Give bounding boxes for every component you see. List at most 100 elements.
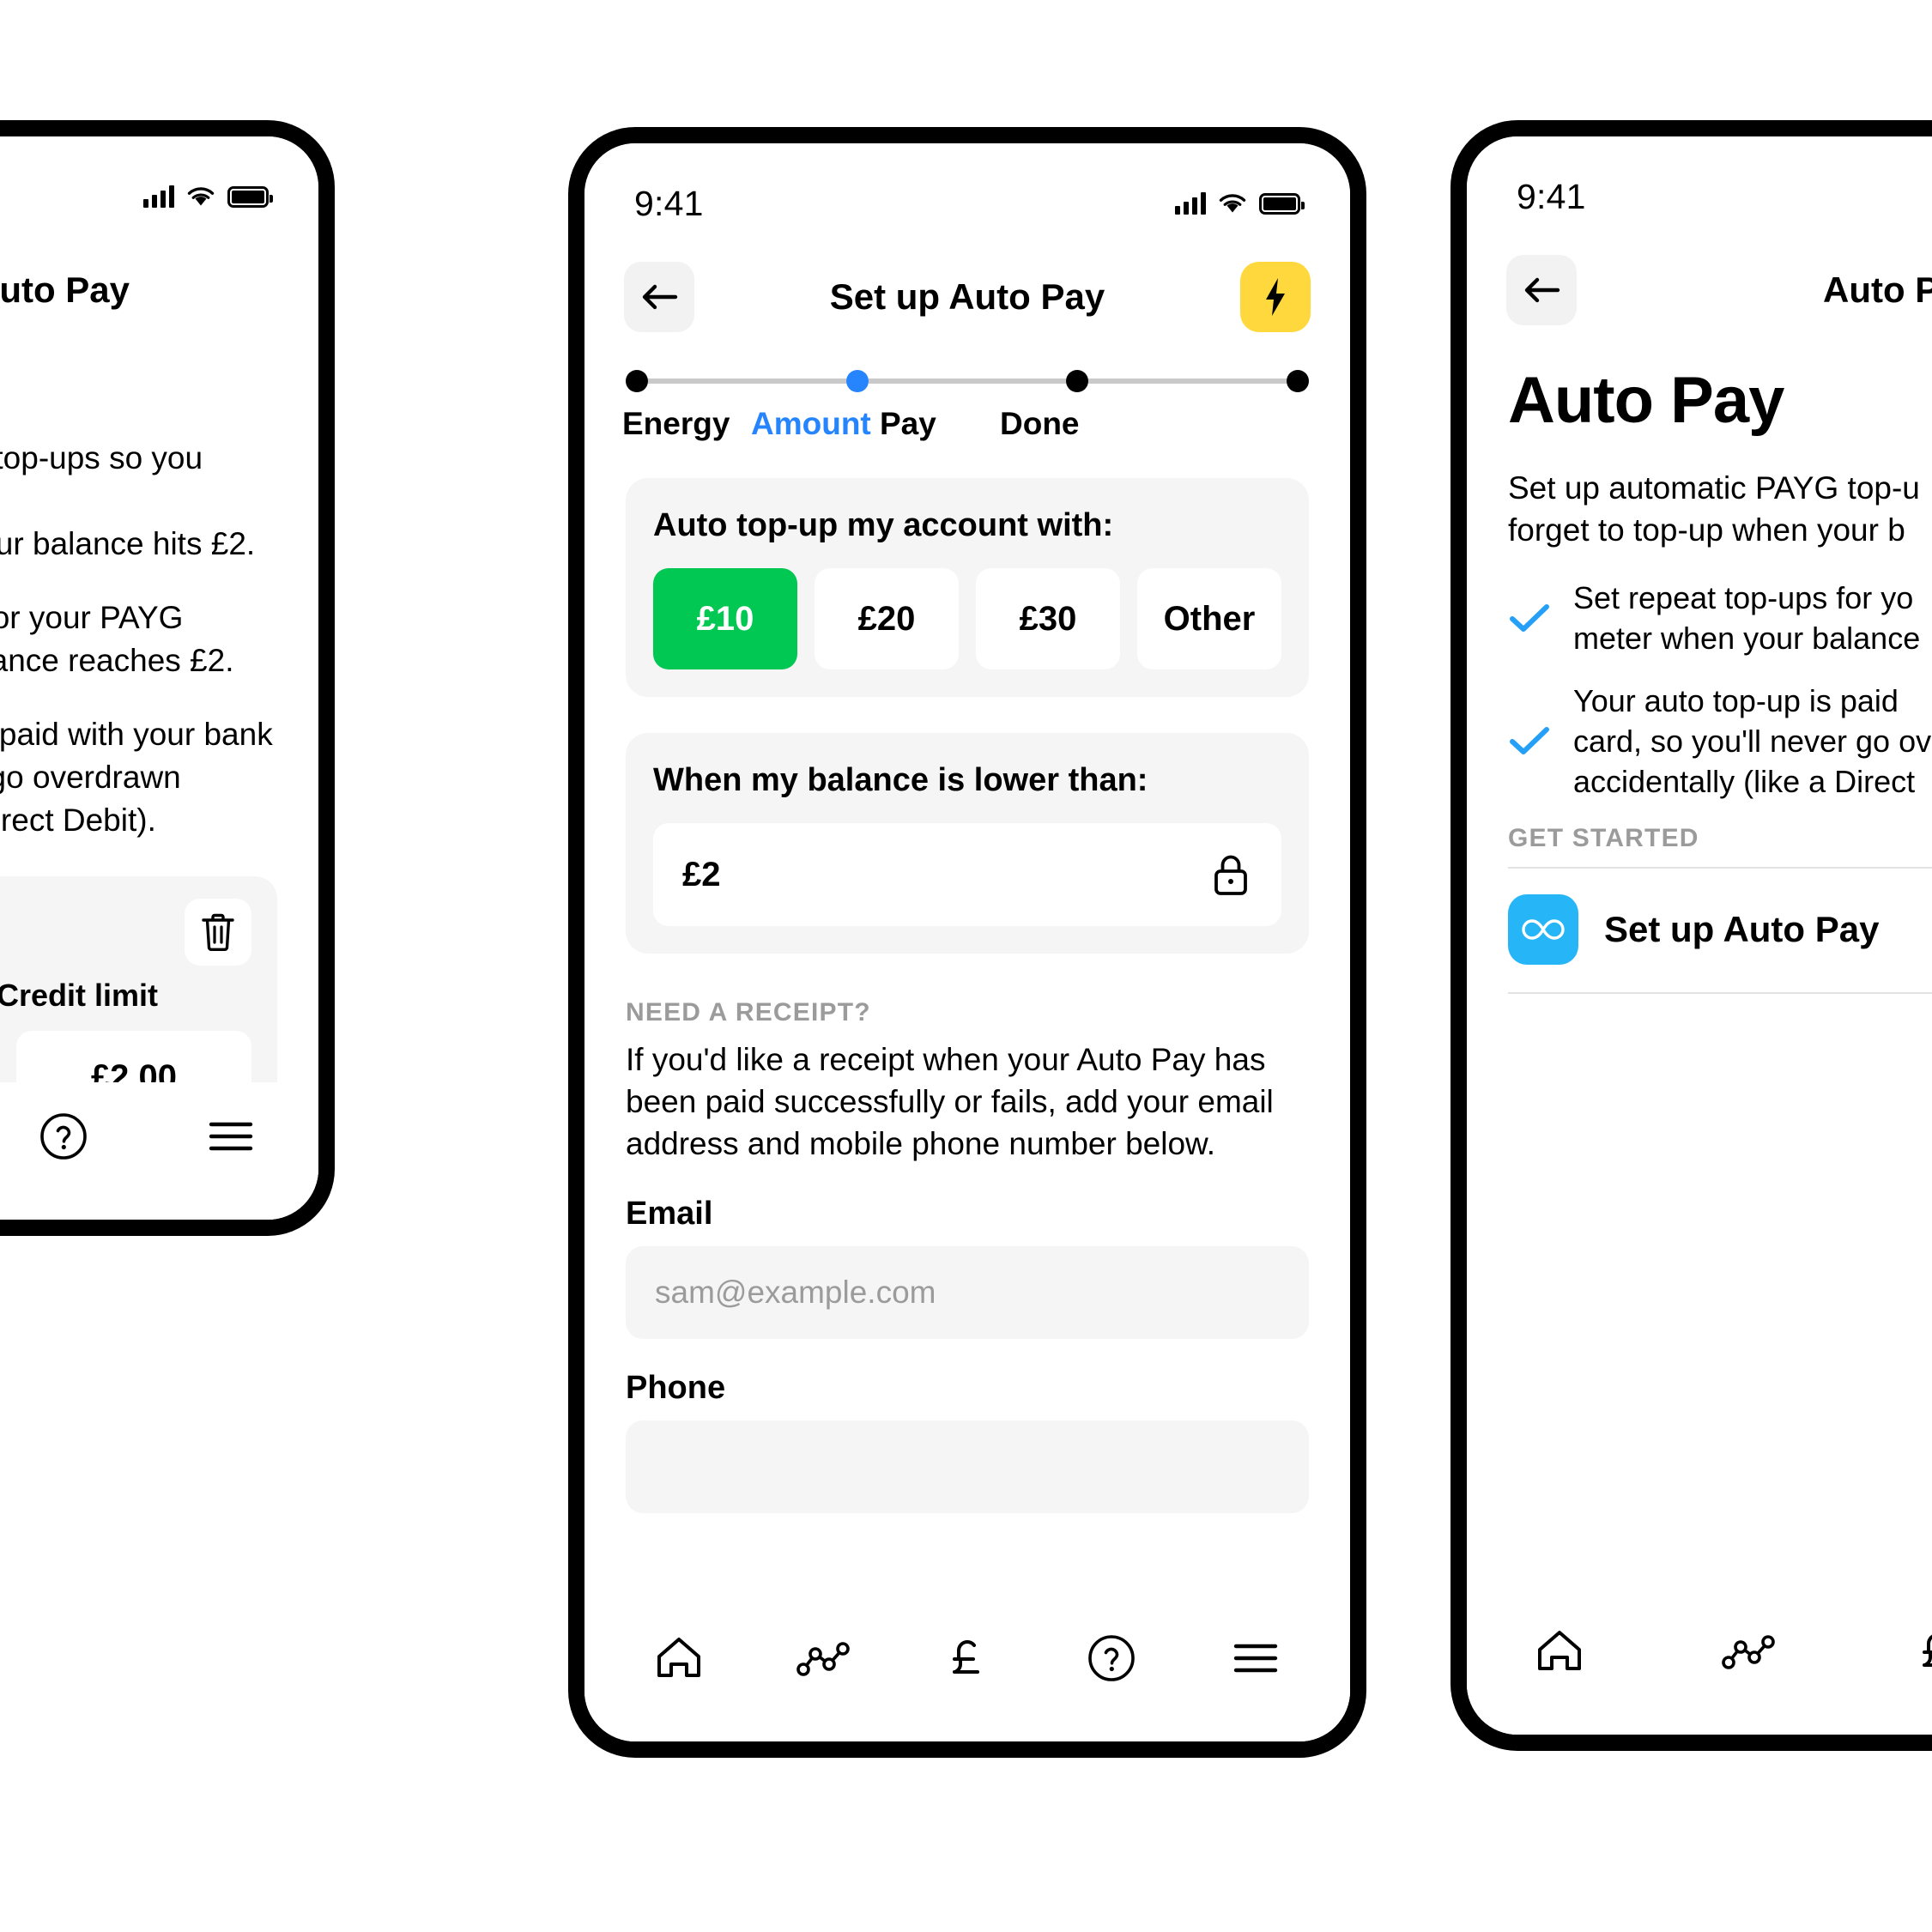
stepper-label-done[interactable]: Done <box>1000 406 1309 442</box>
benefit-1-line-2: accidentally (like a Direct <box>1573 763 1916 799</box>
amount-option-30[interactable]: £30 <box>976 568 1120 669</box>
left-para-line-3: your balance reaches £2. <box>0 642 234 678</box>
phone-input[interactable] <box>626 1420 1309 1514</box>
phone-middle-body: Auto top-up my account with: £10 £20 £30… <box>584 478 1350 1514</box>
infinity-icon-tile <box>1508 894 1578 966</box>
stepper-dot-energy[interactable] <box>626 370 648 392</box>
usage-chart-icon <box>796 1642 850 1676</box>
tab-help-mid[interactable] <box>1072 1619 1151 1698</box>
stepper-dot-pay[interactable] <box>1066 370 1089 392</box>
get-started-label: GET STARTED <box>1508 824 1699 853</box>
amount-option-other[interactable]: Other <box>1137 568 1281 669</box>
tab-usage-right[interactable] <box>1709 1612 1788 1691</box>
amount-option-20[interactable]: £20 <box>815 568 959 669</box>
wifi-icon <box>187 187 215 206</box>
phone-right-body: Auto Pay Set up automatic PAYG top-u for… <box>1467 363 1932 995</box>
tab-menu-mid[interactable] <box>1216 1619 1295 1698</box>
balance-threshold-field: £2 <box>653 823 1281 926</box>
benefit-1-line-0: Your auto top-up is paid <box>1573 683 1899 718</box>
stepper-line-2 <box>868 379 1067 384</box>
screenshot-canvas: Auto Pay y c PAYG top-ups so you never w… <box>0 0 1932 1932</box>
stepper-label-amount[interactable]: Amount <box>751 406 880 442</box>
nav-bar-left: Auto Pay <box>0 231 318 334</box>
balance-threshold-card: When my balance is lower than: £2 <box>626 733 1309 954</box>
usage-chart-icon <box>1722 1635 1775 1669</box>
stepper-labels: Energy Amount Pay Done <box>622 406 1309 442</box>
topup-amount-title: Auto top-up my account with: <box>653 507 1114 543</box>
trash-icon <box>202 913 234 951</box>
nav-bar-right: Auto Pay <box>1467 231 1932 334</box>
left-para-1: c PAYG top-ups so you never when your ba… <box>0 437 277 566</box>
left-para-line-1: when your balance hits £2. <box>0 525 256 561</box>
benefit-1-line-1: card, so you'll never go ov <box>1573 723 1932 759</box>
menu-icon <box>209 1122 253 1151</box>
status-time-right: 9:41 <box>1517 176 1586 216</box>
auto-pay-heading: Auto Pay <box>1508 364 1784 437</box>
intro-line-0: Set up automatic PAYG top-u <box>1508 470 1920 506</box>
tab-payments-mid[interactable] <box>928 1619 1007 1698</box>
signal-icon <box>1175 192 1206 215</box>
left-para-line-4: op-up is paid with your bank <box>0 716 273 752</box>
back-button[interactable] <box>624 262 694 332</box>
list-item-label: Set repeat top-ups for yo meter when you… <box>1573 578 1920 659</box>
status-icons-left <box>143 185 273 208</box>
tab-payments-right[interactable] <box>1898 1612 1932 1691</box>
wifi-icon <box>1219 194 1246 213</box>
left-para-line-6: (like a Direct Debit). <box>0 802 156 838</box>
stepper-label-energy[interactable]: Energy <box>622 406 751 442</box>
balance-threshold-value: £2 <box>682 855 721 893</box>
topup-amount-card: Auto top-up my account with: £10 £20 £30… <box>626 478 1309 697</box>
email-label: Email <box>626 1196 713 1232</box>
left-para-line-0: c PAYG top-ups so you never <box>0 440 203 475</box>
stepper-track <box>626 370 1310 392</box>
benefits-list: Set repeat top-ups for yo meter when you… <box>1508 578 1932 802</box>
tab-home-mid[interactable] <box>639 1619 718 1698</box>
row-label: Set up Auto Pay <box>1604 909 1880 950</box>
list-item-label: Your auto top-up is paid card, so you'll… <box>1573 681 1931 802</box>
credit-limit-label: Credit limit <box>0 977 158 1013</box>
receipt-body-text: If you'd like a receipt when your Auto P… <box>626 1042 1274 1161</box>
stepper-dot-amount[interactable] <box>845 370 869 392</box>
intro-line-1: forget to top-up when your b <box>1508 512 1905 548</box>
battery-icon <box>1259 192 1305 215</box>
stepper-dot-done[interactable] <box>1287 370 1310 392</box>
row-set-up-auto-pay[interactable]: Set up Auto Pay <box>1508 869 1932 995</box>
lightning-bolt-icon <box>1266 278 1285 316</box>
help-circle-icon <box>1088 1635 1135 1681</box>
arrow-left-icon <box>642 284 678 310</box>
battery-icon <box>227 185 273 208</box>
status-time-mid: 9:41 <box>634 183 704 223</box>
phone-middle: 9:41 Set up Auto Pay Energy Amount Pay D… <box>568 127 1366 1758</box>
status-bar-mid: 9:41 <box>584 143 1350 238</box>
list-item: Set repeat top-ups for yo meter when you… <box>1508 578 1932 659</box>
tab-bar-right <box>1467 1597 1932 1735</box>
home-icon <box>1538 1631 1581 1670</box>
check-icon <box>1510 727 1549 755</box>
arrow-left-icon <box>1524 277 1560 303</box>
delete-button[interactable] <box>185 898 251 966</box>
amount-option-10[interactable]: £10 <box>653 568 797 669</box>
left-para-3: op-up is paid with your bank ll never go… <box>0 713 277 842</box>
page-title-mid: Set up Auto Pay <box>829 276 1105 317</box>
pound-icon <box>953 1640 979 1674</box>
status-icons-mid <box>1175 192 1305 215</box>
email-input[interactable]: sam@example.com <box>626 1246 1309 1340</box>
page-title-right: Auto Pay <box>1822 270 1932 310</box>
tab-usage-mid[interactable] <box>784 1619 863 1698</box>
tab-bar-mid <box>584 1604 1350 1741</box>
nav-bar-mid: Set up Auto Pay <box>584 238 1350 341</box>
tab-bar-left <box>0 1082 318 1220</box>
receipt-section-label: NEED A RECEIPT? <box>626 998 871 1027</box>
amount-options: £10 £20 £30 Other <box>653 568 1281 669</box>
tab-menu-left[interactable] <box>194 1097 269 1176</box>
stepper-label-pay[interactable]: Pay <box>880 406 1000 442</box>
tab-help-left[interactable] <box>26 1097 100 1176</box>
tab-home-right[interactable] <box>1520 1612 1599 1691</box>
stepper-line-1 <box>648 379 846 384</box>
back-button[interactable] <box>1506 255 1577 325</box>
auto-pay-intro: Set up automatic PAYG top-u forget to to… <box>1508 467 1932 551</box>
infinity-icon <box>1522 919 1565 941</box>
status-bar-right: 9:41 <box>1467 136 1932 231</box>
lightning-action-button[interactable] <box>1240 262 1311 332</box>
list-item: Your auto top-up is paid card, so you'll… <box>1508 681 1932 802</box>
